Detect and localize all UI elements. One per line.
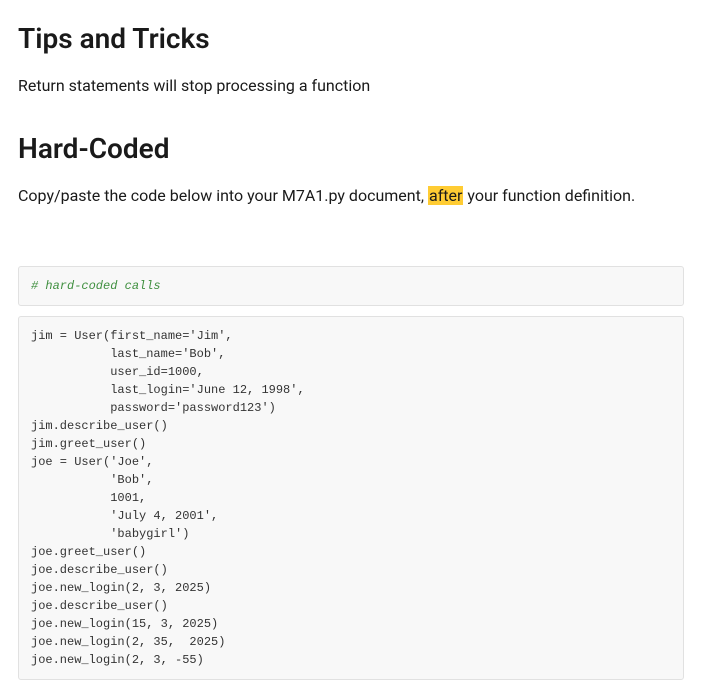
code-comment-text: # hard-coded calls [31, 279, 161, 293]
hard-coded-instruction: Copy/paste the code below into your M7A1… [18, 184, 684, 208]
hard-coded-highlight: after [428, 186, 463, 205]
hard-coded-prefix: Copy/paste the code below into your M7A1… [18, 186, 428, 205]
hard-coded-suffix: your function definition. [463, 186, 635, 205]
hard-coded-heading: Hard-Coded [18, 128, 684, 170]
tips-body-text: Return statements will stop processing a… [18, 74, 684, 98]
code-body-block: jim = User(first_name='Jim', last_name='… [18, 316, 684, 680]
code-comment-block: # hard-coded calls [18, 266, 684, 306]
tips-and-tricks-heading: Tips and Tricks [18, 18, 684, 60]
